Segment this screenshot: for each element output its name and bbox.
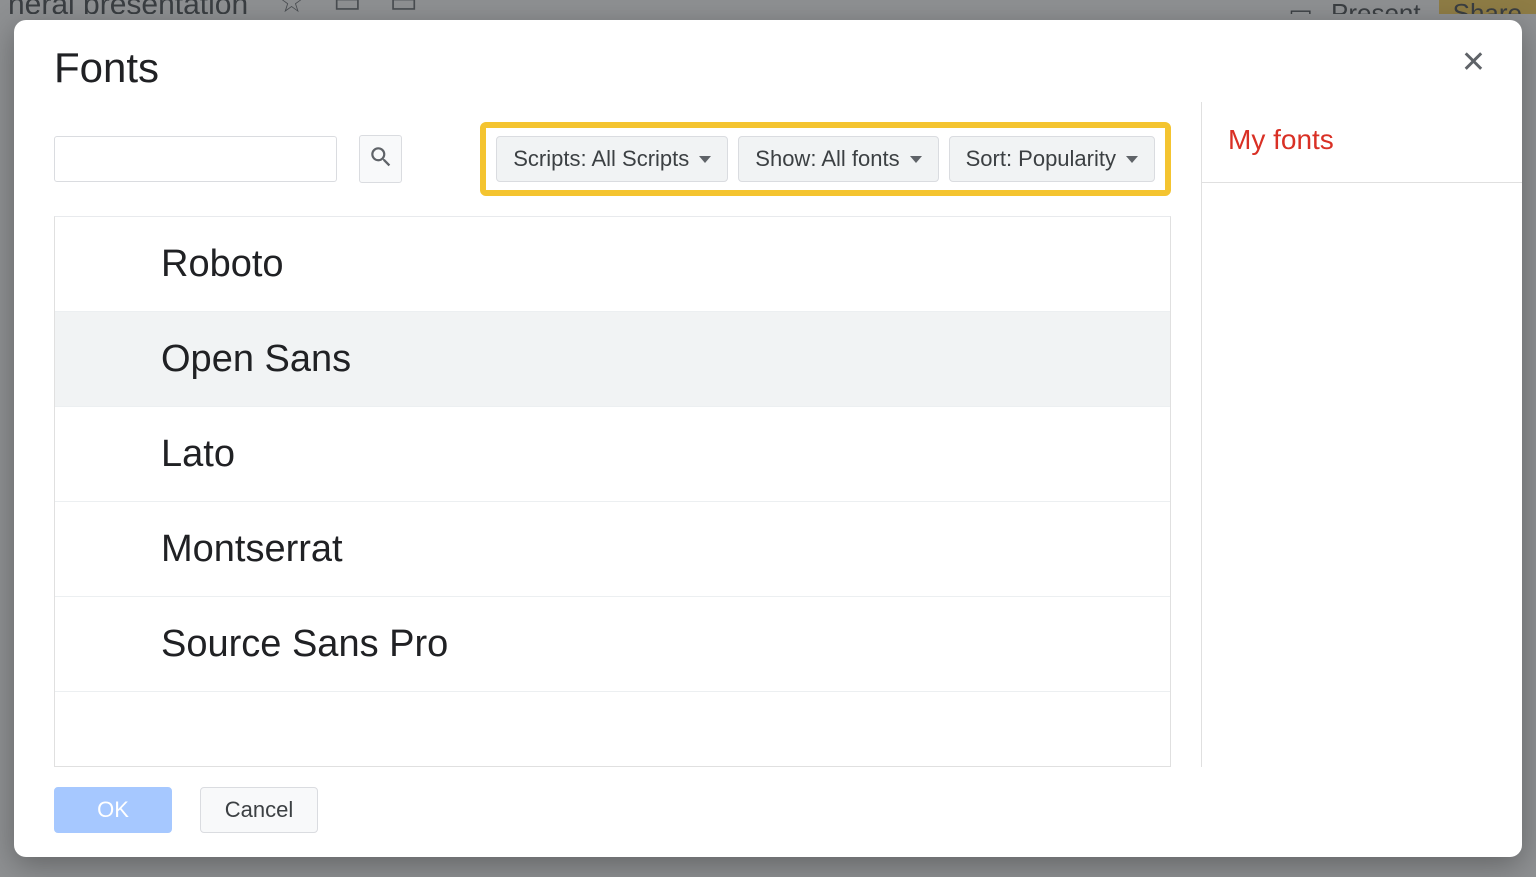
search-button[interactable] (359, 135, 402, 183)
my-fonts-title: My fonts (1228, 124, 1522, 156)
chevron-down-icon (910, 156, 922, 163)
font-name: Montserrat (161, 528, 343, 571)
dialog-body: Scripts: All Scripts Show: All fonts Sor… (14, 102, 1522, 767)
show-label: Show: All fonts (755, 146, 899, 172)
controls-row: Scripts: All Scripts Show: All fonts Sor… (54, 102, 1201, 210)
filter-highlight: Scripts: All Scripts Show: All fonts Sor… (480, 122, 1171, 196)
scripts-dropdown[interactable]: Scripts: All Scripts (496, 136, 728, 182)
chevron-down-icon (1126, 156, 1138, 163)
scripts-label: Scripts: All Scripts (513, 146, 689, 172)
font-item[interactable]: Roboto (55, 217, 1170, 312)
font-search-input[interactable] (54, 136, 337, 182)
fonts-left-panel: Scripts: All Scripts Show: All fonts Sor… (14, 102, 1201, 767)
my-fonts-panel: My fonts (1201, 102, 1522, 767)
font-list-container: Roboto Open Sans Lato Montserrat Source Sans… (54, 216, 1171, 767)
font-name: Lato (161, 433, 235, 476)
show-dropdown[interactable]: Show: All fonts (738, 136, 938, 182)
font-list[interactable]: Roboto Open Sans Lato Montserrat Source Sans… (55, 217, 1170, 766)
dialog-header: Fonts ✕ (14, 20, 1522, 102)
font-name: Source Sans Pro (161, 623, 448, 666)
font-item[interactable]: Lato (55, 407, 1170, 502)
ok-button[interactable]: OK (54, 787, 172, 833)
fonts-dialog: Fonts ✕ Scripts: All Scripts (14, 20, 1522, 857)
font-name: Roboto (161, 243, 284, 286)
dialog-footer: OK Cancel (14, 767, 1522, 857)
divider (1202, 182, 1522, 183)
chevron-down-icon (699, 156, 711, 163)
cancel-button[interactable]: Cancel (200, 787, 318, 833)
search-icon (368, 144, 394, 175)
font-name: Open Sans (161, 338, 351, 381)
font-item[interactable]: Open Sans (55, 312, 1170, 407)
sort-label: Sort: Popularity (966, 146, 1116, 172)
font-item[interactable]: Source Sans Pro (55, 597, 1170, 692)
font-item[interactable]: Montserrat (55, 502, 1170, 597)
close-icon[interactable]: ✕ (1461, 48, 1486, 78)
dialog-title: Fonts (54, 44, 1482, 92)
sort-dropdown[interactable]: Sort: Popularity (949, 136, 1155, 182)
